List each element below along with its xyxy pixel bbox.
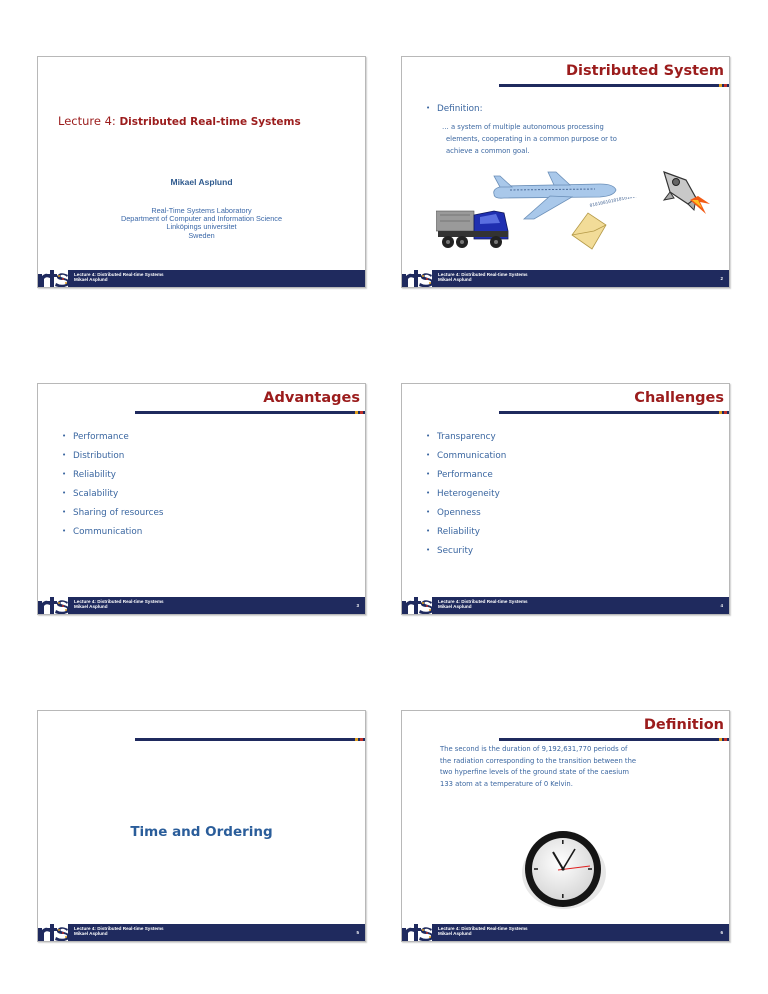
slide-footer: Lecture 4: Distributed Real-time Systems…	[402, 921, 729, 941]
footer-author: Mikael Asplund	[438, 604, 472, 610]
bullet-item: • Reliability	[62, 470, 116, 480]
text-line: The second is the duration of 9,192,631,…	[440, 745, 628, 753]
bullet-text: Heterogeneity	[437, 489, 500, 499]
quote-line: … a system of multiple autonomous proces…	[442, 123, 604, 131]
slide-4[interactable]: Challenges • Transparency • Communication …	[401, 383, 730, 615]
page-number: 3	[356, 603, 359, 608]
title-underline	[135, 738, 365, 741]
bullet-text: Performance	[73, 432, 129, 442]
title-underline	[499, 411, 729, 414]
bullet-text: Communication	[73, 527, 143, 537]
bullet-item: • Definition:	[426, 104, 483, 114]
slide-footer: Lecture 4: Distributed Real-time Systems…	[402, 594, 729, 614]
slide-6[interactable]: Definition The second is the duration of…	[401, 710, 730, 942]
bullet-text: Reliability	[437, 527, 480, 537]
title-underline	[499, 84, 729, 87]
bullet-item: • Communication	[426, 451, 507, 461]
rts-logo-icon	[38, 924, 70, 941]
bullet-text: Distribution	[73, 451, 125, 461]
slide-5[interactable]: Time and Ordering Lecture 4: Distributed…	[37, 710, 366, 942]
author-name: Mikael Asplund	[170, 177, 233, 187]
bullet-item: • Sharing of resources	[62, 508, 164, 518]
envelope-binary-image: 0101001010101010100	[571, 197, 641, 250]
advantages-list: • Performance • Distribution • Reliability …	[62, 432, 163, 546]
bullet-text: Openness	[437, 508, 481, 518]
bullet-text: Sharing of resources	[73, 508, 164, 518]
binary-stream: 0101001010101010100	[589, 197, 641, 209]
footer-text: Lecture 4: Distributed Real-time Systems…	[438, 272, 528, 283]
footer-author: Mikael Asplund	[74, 931, 108, 937]
footer-author: Mikael Asplund	[438, 931, 472, 937]
lecture-title-main: Distributed Real-time Systems	[119, 116, 301, 128]
slide-1[interactable]: Lecture 4: Distributed Real-time Systems…	[37, 56, 366, 288]
slide-footer: Lecture 4: Distributed Real-time Systems…	[38, 921, 365, 941]
bullet-item: • Security	[426, 546, 474, 556]
bullet-item: • Communication	[62, 527, 143, 537]
title-underline	[499, 738, 729, 741]
bullet-text: Scalability	[73, 489, 119, 499]
bullet-item: • Performance	[62, 432, 129, 442]
footer-author: Mikael Asplund	[438, 277, 472, 283]
page-number: 2	[720, 276, 723, 281]
lecture-title: Lecture 4: Distributed Real-time Systems	[58, 114, 301, 128]
rts-logo-icon	[38, 597, 70, 614]
slide-2[interactable]: Distributed System • Definition: … a syst…	[401, 56, 730, 288]
rocket-image	[662, 171, 710, 214]
slide-footer: Lecture 4: Distributed Real-time Systems…	[402, 267, 729, 287]
bullet-text: Reliability	[73, 470, 116, 480]
footer-text: Lecture 4: Distributed Real-time Systems…	[438, 926, 528, 937]
slide-title: Distributed System	[566, 63, 724, 79]
truck-image	[436, 210, 509, 248]
slide-title: Advantages	[263, 390, 360, 406]
definition-quote: … a system of multiple autonomous proces…	[442, 121, 676, 157]
bullet-text: Communication	[437, 451, 507, 461]
page-number: 5	[356, 930, 359, 935]
bullet-item: • Heterogeneity	[426, 489, 500, 499]
text-line: 133 atom at a temperature of 0 Kelvin.	[440, 779, 573, 788]
text-line: the radiation corresponding to the trans…	[440, 756, 637, 765]
quote-line: elements, cooperating in a common purpos…	[446, 135, 617, 143]
rts-logo-icon	[402, 270, 434, 287]
rts-logo-icon	[402, 597, 434, 614]
bullet-text: Definition:	[437, 104, 483, 114]
page-number: 6	[720, 930, 723, 935]
title-underline	[135, 411, 365, 414]
text-line: two hyperfine levels of the ground state…	[440, 768, 630, 776]
bullet-item: • Distribution	[62, 451, 125, 461]
lecture-title-prefix: Lecture 4:	[58, 114, 116, 128]
section-title: Time and Ordering	[130, 824, 273, 840]
bullet-item: • Scalability	[62, 489, 119, 499]
bullet-item: • Transparency	[426, 432, 496, 442]
slide-3[interactable]: Advantages • Performance • Distribution • R…	[37, 383, 366, 615]
footer-text: Lecture 4: Distributed Real-time Systems…	[74, 926, 164, 937]
clock-image	[522, 831, 606, 909]
challenges-list: • Transparency • Communication • Performanc…	[426, 432, 506, 565]
bullet-item: • Openness	[426, 508, 481, 518]
rts-logo-icon	[402, 924, 434, 941]
bullet-item: • Reliability	[426, 527, 480, 537]
rts-logo-icon	[38, 270, 70, 287]
footer-author: Mikael Asplund	[74, 604, 108, 610]
slide-title: Definition	[643, 717, 724, 733]
affiliation-line: Sweden	[188, 230, 215, 240]
bullet-text: Security	[437, 546, 474, 556]
footer-author: Mikael Asplund	[74, 277, 108, 283]
slide-title: Challenges	[634, 390, 724, 406]
second-definition-text: The second is the duration of 9,192,631,…	[440, 744, 720, 790]
bullet-text: Performance	[437, 470, 493, 480]
footer-text: Lecture 4: Distributed Real-time Systems…	[74, 599, 164, 610]
slide-footer: Lecture 4: Distributed Real-time Systems…	[38, 594, 365, 614]
slide-footer: Lecture 4: Distributed Real-time Systems…	[38, 267, 365, 287]
affiliation: Real-Time Systems Laboratory Department …	[38, 206, 365, 240]
footer-text: Lecture 4: Distributed Real-time Systems…	[74, 272, 164, 283]
bullet-text: Transparency	[437, 432, 496, 442]
bullet-item: • Performance	[426, 470, 493, 480]
page-number: 4	[720, 603, 723, 608]
quote-line: achieve a common goal.	[446, 147, 530, 155]
footer-text: Lecture 4: Distributed Real-time Systems…	[438, 599, 528, 610]
